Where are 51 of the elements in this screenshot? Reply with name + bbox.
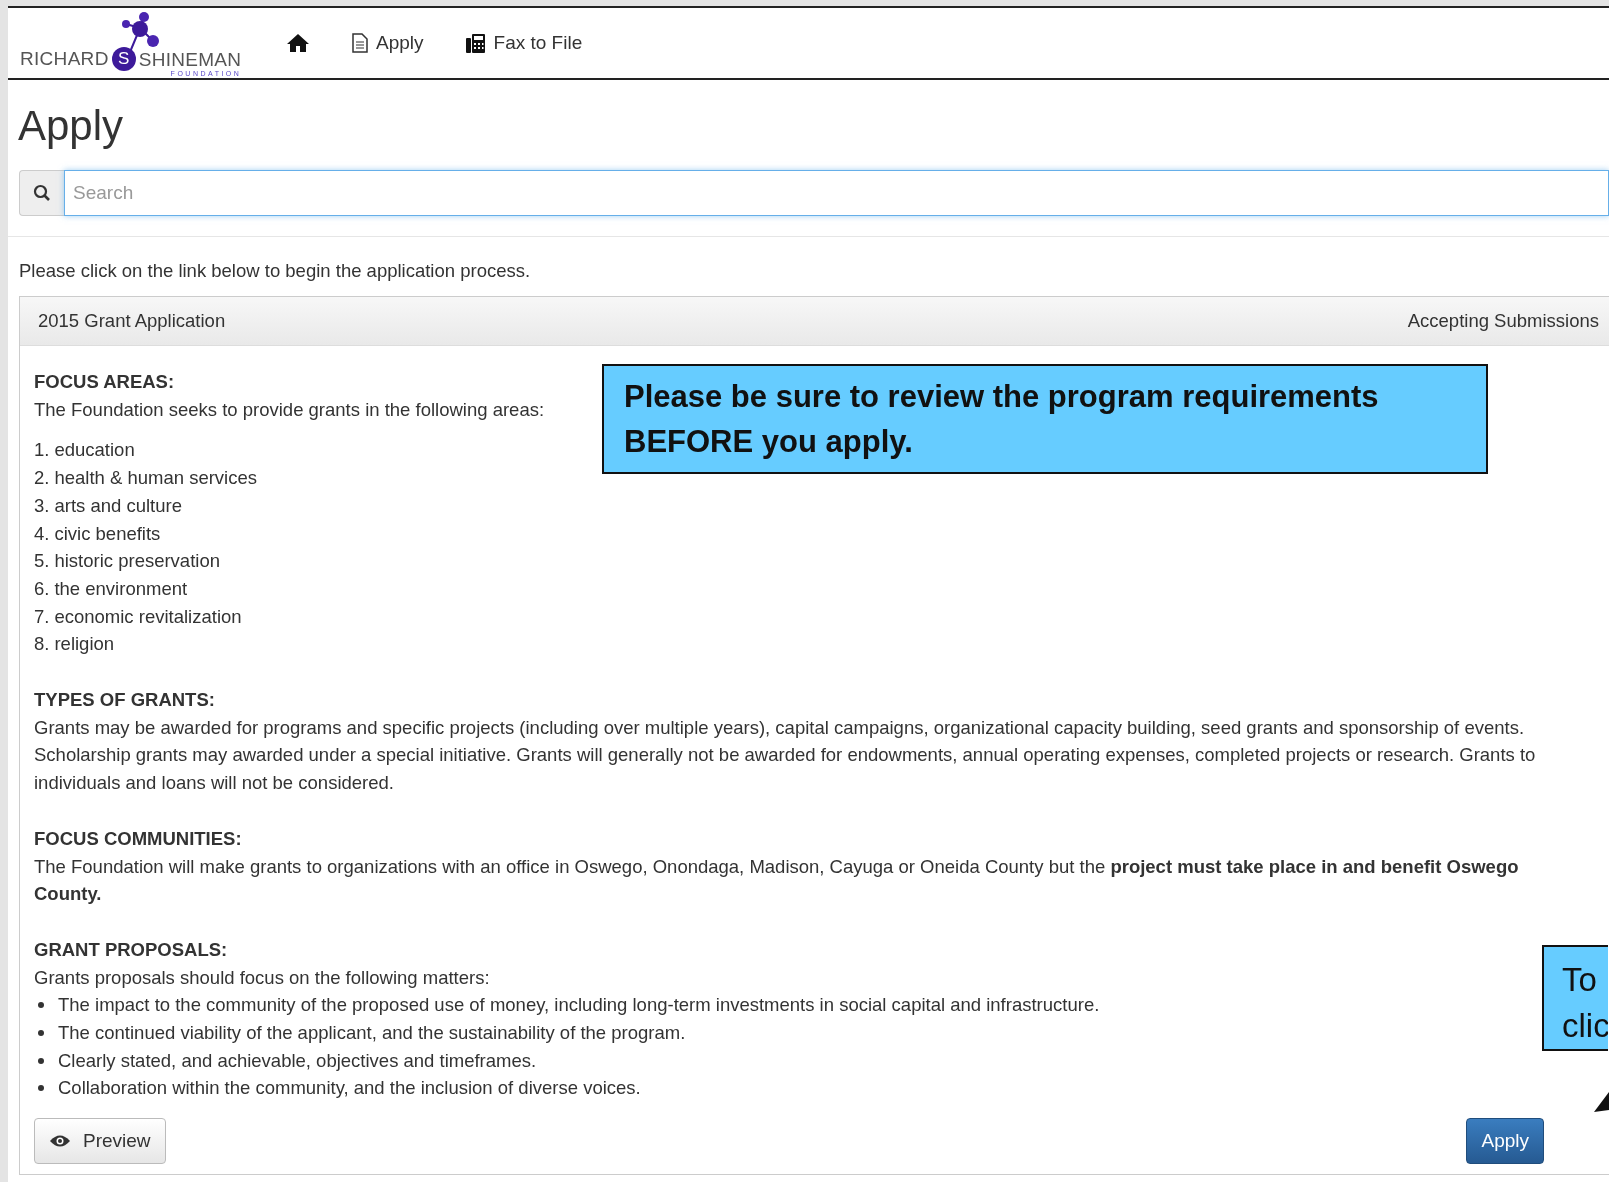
bullet-icon — [38, 1002, 44, 1009]
document-icon — [352, 33, 368, 53]
bullet-icon — [38, 1030, 44, 1037]
bullet-icon — [38, 1057, 44, 1064]
eye-icon — [49, 1134, 71, 1149]
section-text: Grants proposals should focus on the following matters: — [34, 965, 491, 990]
list-number: 7. — [34, 604, 50, 629]
preview-button[interactable]: Preview — [34, 1118, 166, 1165]
list-item: Clearly stated, and achievable, objectives and timeframes. — [58, 1048, 537, 1073]
panel-title: 2015 Grant Application — [38, 310, 226, 332]
search-field[interactable]: Search — [64, 170, 1609, 216]
home-icon — [286, 33, 310, 53]
intro-text: Please click on the link below to begin the application process. — [19, 260, 532, 282]
apply-button[interactable]: Apply — [1466, 1118, 1544, 1165]
list-item: arts and culture — [54, 493, 182, 518]
list-item: The impact to the community of the proposed use of money, including long-term investments in social capital and infrastructure. — [58, 993, 1100, 1018]
page-title: Apply — [18, 102, 125, 150]
list-item: historic preservation — [54, 549, 220, 574]
list-item: religion — [54, 632, 115, 657]
list-item: education — [54, 438, 135, 463]
bullet-icon — [38, 1085, 44, 1092]
callout-note: Please be sure to review the program requirements BEFORE you apply. — [602, 364, 1488, 474]
list-item: economic revitalization — [54, 604, 242, 629]
section-heading: TYPES OF GRANTS: — [34, 688, 215, 713]
section-heading: FOCUS COMMUNITIES: — [34, 826, 242, 851]
fax-icon — [465, 33, 486, 53]
nav-link[interactable]: Apply — [346, 26, 430, 60]
list-number: 4. — [34, 521, 50, 546]
list-number: 6. — [34, 576, 50, 601]
section-text: Grants may be awarded for programs and specific projects (including over multiple years), capital campaigns, organizational capacity building, seed grants and sponsorship of events. Scholarship grants may awarded under a special initiative. Grants will generally not be awarded for endowments, annual operating expenses, completed projects or research. Grants to individuals and loans will not be considered. — [34, 715, 1537, 796]
list-item: civic benefits — [54, 521, 161, 546]
logo-text: SHINEMAN — [138, 50, 242, 70]
list-item: Collaboration within the community, and the inclusion of diverse voices. — [58, 1076, 641, 1101]
list-number: 8. — [34, 632, 50, 657]
section-heading: FOCUS AREAS: — [34, 370, 175, 394]
list-item: the environment — [54, 576, 188, 601]
list-number: 3. — [34, 493, 50, 518]
pointer-arrow — [1594, 1092, 1609, 1112]
logo-initial: S — [111, 47, 136, 71]
section-text: The Foundation seeks to provide grants in the following areas: — [34, 397, 545, 422]
status-text: Accepting Submissions — [1407, 310, 1599, 332]
list-number: 5. — [34, 549, 50, 574]
logo-text: RICHARD — [20, 48, 109, 71]
nav-link[interactable]: Fax to File — [459, 26, 589, 60]
list-item: health & human services — [54, 466, 258, 491]
section-text: The Foundation will make grants to organizations with an office in Oswego, Onondaga, Madison, Cayuga or Oneida County but the project must take place in and benefit Oswego County. — [34, 854, 1520, 907]
list-number: 1. — [34, 438, 50, 463]
section-heading: GRANT PROPOSALS: — [34, 937, 228, 962]
search-icon — [19, 170, 64, 216]
list-number: 2. — [34, 466, 50, 491]
list-item: The continued viability of the applicant, and the sustainability of the program. — [58, 1021, 686, 1046]
